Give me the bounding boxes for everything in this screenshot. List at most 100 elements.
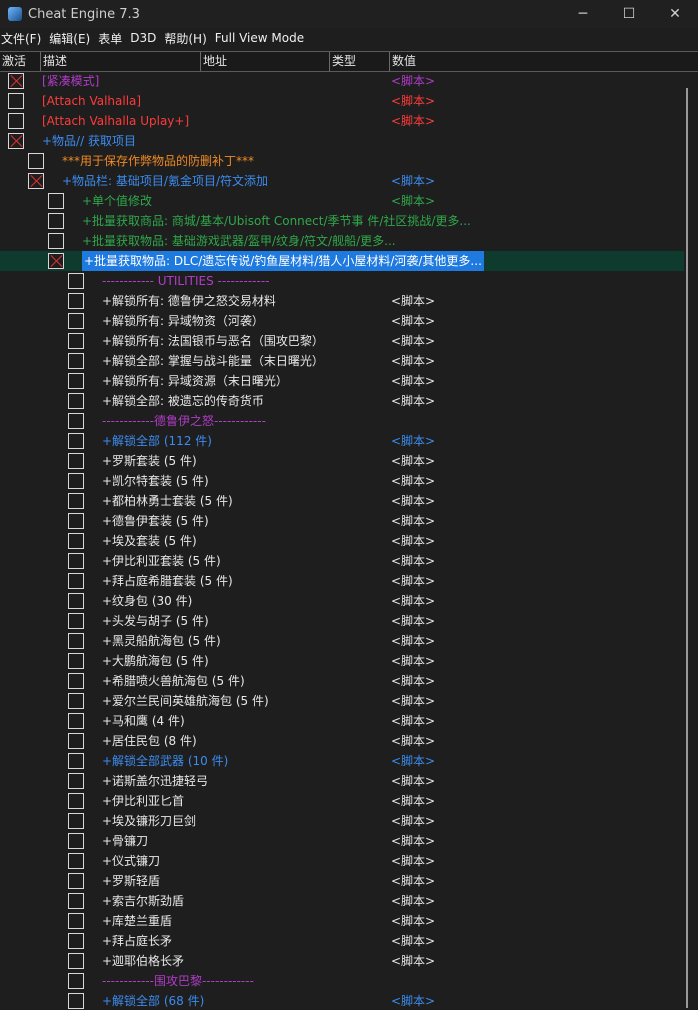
table-row[interactable]: +凯尔特套装 (5 件) <脚本> bbox=[0, 471, 684, 491]
table-row[interactable]: +黑灵船航海包 (5 件) <脚本> bbox=[0, 631, 684, 651]
vertical-scrollbar[interactable] bbox=[686, 88, 688, 1008]
table-row[interactable]: +纹身包 (30 件) <脚本> bbox=[0, 591, 684, 611]
activate-checkbox[interactable] bbox=[8, 113, 24, 129]
table-row[interactable]: +批量获取物品: 基础游戏武器/盔甲/纹身/符文/舰船/更多... bbox=[0, 231, 684, 251]
activate-checkbox[interactable] bbox=[68, 973, 84, 989]
activate-checkbox[interactable] bbox=[8, 93, 24, 109]
activate-checkbox[interactable] bbox=[28, 173, 44, 189]
activate-checkbox[interactable] bbox=[68, 473, 84, 489]
table-row[interactable]: +解锁所有: 法国银币与恶名（围攻巴黎） <脚本> bbox=[0, 331, 684, 351]
table-row[interactable]: +伊比利亚匕首 <脚本> bbox=[0, 791, 684, 811]
close-button[interactable]: ✕ bbox=[652, 0, 698, 28]
activate-checkbox[interactable] bbox=[68, 933, 84, 949]
activate-checkbox[interactable] bbox=[68, 293, 84, 309]
activate-checkbox[interactable] bbox=[68, 553, 84, 569]
activate-checkbox[interactable] bbox=[68, 573, 84, 589]
activate-checkbox[interactable] bbox=[68, 593, 84, 609]
table-row[interactable]: +大鹏航海包 (5 件) <脚本> bbox=[0, 651, 684, 671]
activate-checkbox[interactable] bbox=[68, 493, 84, 509]
column-header-type[interactable]: 类型 bbox=[330, 52, 390, 71]
table-row[interactable]: +诺斯盖尔迅捷轻弓 <脚本> bbox=[0, 771, 684, 791]
activate-checkbox[interactable] bbox=[68, 633, 84, 649]
table-row[interactable]: +单个值修改 <脚本> bbox=[0, 191, 684, 211]
minimize-button[interactable]: ─ bbox=[560, 0, 606, 28]
table-row[interactable]: +头发与胡子 (5 件) <脚本> bbox=[0, 611, 684, 631]
menu-table[interactable]: 表单 bbox=[97, 30, 129, 47]
activate-checkbox[interactable] bbox=[68, 753, 84, 769]
table-row[interactable]: +解锁所有: 异域资源（末日曙光） <脚本> bbox=[0, 371, 684, 391]
table-row[interactable]: +德鲁伊套装 (5 件) <脚本> bbox=[0, 511, 684, 531]
activate-checkbox[interactable] bbox=[68, 713, 84, 729]
table-row[interactable]: [Attach Valhalla] <脚本> bbox=[0, 91, 684, 111]
menu-d3d[interactable]: D3D bbox=[129, 31, 163, 45]
table-row[interactable]: +埃及套装 (5 件) <脚本> bbox=[0, 531, 684, 551]
table-row[interactable]: +解锁所有: 德鲁伊之怒交易材料 <脚本> bbox=[0, 291, 684, 311]
menu-help[interactable]: 帮助(H) bbox=[163, 30, 213, 47]
table-row[interactable]: +骨镰刀 <脚本> bbox=[0, 831, 684, 851]
table-row[interactable]: ***用于保存作弊物品的防删补丁*** bbox=[0, 151, 684, 171]
activate-checkbox[interactable] bbox=[68, 773, 84, 789]
table-row[interactable]: +居住民包 (8 件) <脚本> bbox=[0, 731, 684, 751]
activate-checkbox[interactable] bbox=[68, 613, 84, 629]
table-row[interactable]: +解锁所有: 异域物资（河袭） <脚本> bbox=[0, 311, 684, 331]
activate-checkbox[interactable] bbox=[68, 913, 84, 929]
table-row[interactable]: +希腊喷火兽航海包 (5 件) <脚本> bbox=[0, 671, 684, 691]
table-row[interactable]: +索吉尔斯劲盾 <脚本> bbox=[0, 891, 684, 911]
table-row[interactable]: +伊比利亚套装 (5 件) <脚本> bbox=[0, 551, 684, 571]
table-row[interactable]: [紧凑模式] <脚本> bbox=[0, 71, 684, 91]
table-row[interactable]: +罗斯套装 (5 件) <脚本> bbox=[0, 451, 684, 471]
activate-checkbox[interactable] bbox=[68, 313, 84, 329]
table-row[interactable]: +马和鹰 (4 件) <脚本> bbox=[0, 711, 684, 731]
table-row[interactable]: ------------德鲁伊之怒------------ bbox=[0, 411, 684, 431]
cheat-table-list[interactable]: [紧凑模式] <脚本> [Attach Valhalla] <脚本> [Attach V… bbox=[0, 71, 698, 1010]
table-row[interactable]: +库楚兰重盾 <脚本> bbox=[0, 911, 684, 931]
table-row[interactable]: +迦耶伯格长矛 <脚本> bbox=[0, 951, 684, 971]
column-header-address[interactable]: 地址 bbox=[201, 52, 330, 71]
table-row[interactable]: +批量获取商品: 商城/基本/Ubisoft Connect/季节事 件/社区挑… bbox=[0, 211, 684, 231]
table-row[interactable]: +解锁全部 (68 件) <脚本> bbox=[0, 991, 684, 1010]
table-row[interactable]: +解锁全部: 被遗忘的传奇货币 <脚本> bbox=[0, 391, 684, 411]
activate-checkbox[interactable] bbox=[68, 693, 84, 709]
table-row[interactable]: +都柏林勇士套装 (5 件) <脚本> bbox=[0, 491, 684, 511]
menu-file[interactable]: 文件(F) bbox=[0, 30, 48, 47]
table-row[interactable]: [Attach Valhalla Uplay+] <脚本> bbox=[0, 111, 684, 131]
activate-checkbox[interactable] bbox=[68, 993, 84, 1009]
table-row[interactable]: +解锁全部 (112 件) <脚本> bbox=[0, 431, 684, 451]
activate-checkbox[interactable] bbox=[68, 793, 84, 809]
table-row[interactable]: +物品// 获取项目 bbox=[0, 131, 684, 151]
activate-checkbox[interactable] bbox=[68, 273, 84, 289]
table-row[interactable]: +解锁全部武器 (10 件) <脚本> bbox=[0, 751, 684, 771]
table-row[interactable]: +物品栏: 基础项目/氪金项目/符文添加 <脚本> bbox=[0, 171, 684, 191]
activate-checkbox[interactable] bbox=[48, 233, 64, 249]
activate-checkbox[interactable] bbox=[68, 813, 84, 829]
activate-checkbox[interactable] bbox=[68, 853, 84, 869]
table-row[interactable]: +拜占庭希腊套装 (5 件) <脚本> bbox=[0, 571, 684, 591]
activate-checkbox[interactable] bbox=[68, 873, 84, 889]
activate-checkbox[interactable] bbox=[8, 133, 24, 149]
activate-checkbox[interactable] bbox=[48, 193, 64, 209]
activate-checkbox[interactable] bbox=[68, 513, 84, 529]
column-header-value[interactable]: 数值 bbox=[390, 52, 698, 71]
table-row[interactable]: +罗斯轻盾 <脚本> bbox=[0, 871, 684, 891]
activate-checkbox[interactable] bbox=[68, 533, 84, 549]
table-row[interactable]: +爱尔兰民间英雄航海包 (5 件) <脚本> bbox=[0, 691, 684, 711]
menu-edit[interactable]: 编辑(E) bbox=[48, 30, 97, 47]
activate-checkbox[interactable] bbox=[68, 733, 84, 749]
activate-checkbox[interactable] bbox=[68, 373, 84, 389]
activate-checkbox[interactable] bbox=[8, 73, 24, 89]
activate-checkbox[interactable] bbox=[28, 153, 44, 169]
column-header-active[interactable]: 激活 bbox=[0, 52, 41, 71]
table-row[interactable]: ------------ UTILITIES ------------ bbox=[0, 271, 684, 291]
activate-checkbox[interactable] bbox=[68, 393, 84, 409]
table-row[interactable]: +拜占庭长矛 <脚本> bbox=[0, 931, 684, 951]
activate-checkbox[interactable] bbox=[68, 893, 84, 909]
activate-checkbox[interactable] bbox=[48, 253, 64, 269]
activate-checkbox[interactable] bbox=[68, 653, 84, 669]
activate-checkbox[interactable] bbox=[68, 353, 84, 369]
activate-checkbox[interactable] bbox=[68, 413, 84, 429]
table-row[interactable]: +仪式镰刀 <脚本> bbox=[0, 851, 684, 871]
table-row[interactable]: +埃及镰形刀巨剑 <脚本> bbox=[0, 811, 684, 831]
activate-checkbox[interactable] bbox=[68, 453, 84, 469]
activate-checkbox[interactable] bbox=[48, 213, 64, 229]
table-row[interactable]: +解锁全部: 掌握与战斗能量（末日曙光） <脚本> bbox=[0, 351, 684, 371]
